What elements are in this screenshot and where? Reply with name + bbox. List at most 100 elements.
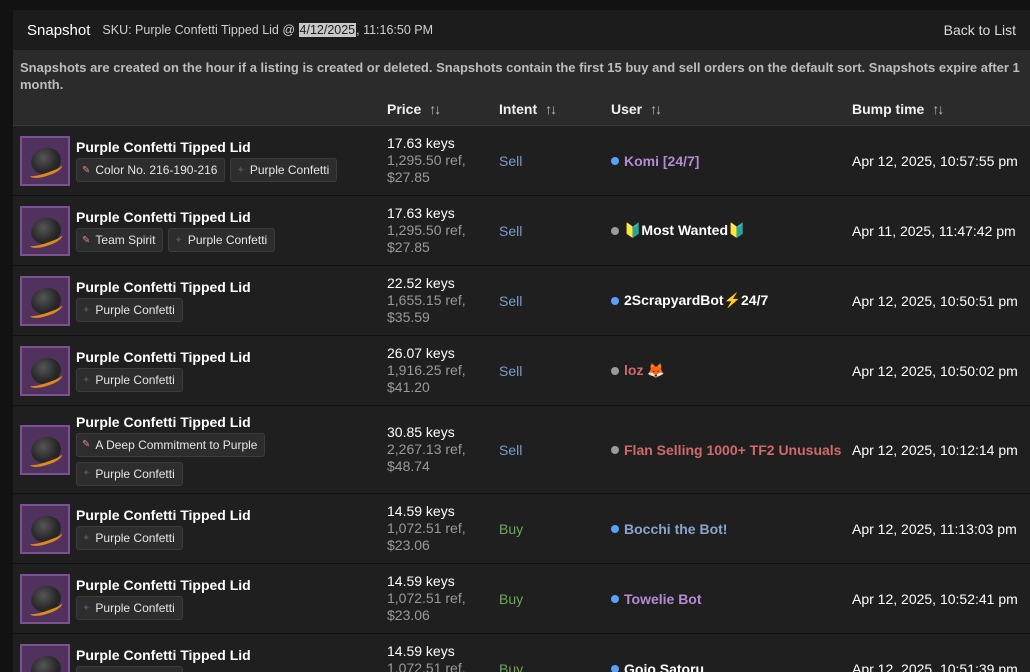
price-usd: $23.06 (387, 607, 430, 623)
paint-icon: ✎ (82, 439, 91, 450)
table-row[interactable]: Purple Confetti Tipped Lid ✎ A Deep Commi… (13, 406, 1030, 494)
item-tags: ✦ Purple Confetti (76, 298, 356, 322)
sort-icon[interactable]: ↑↓ (545, 101, 557, 117)
price-cell: 14.59 keys 1,072.51 ref, $23.06 (387, 643, 499, 672)
item-image[interactable] (20, 503, 70, 554)
price-cell: 22.52 keys 1,655.15 ref, $35.59 (387, 275, 499, 326)
item-tags: ✦ Purple Confetti (76, 526, 356, 550)
column-header-intent[interactable]: Intent ↑↓ (499, 101, 611, 117)
price-cell: 26.07 keys 1,916.25 ref, $41.20 (387, 345, 499, 396)
item-name[interactable]: Purple Confetti Tipped Lid (76, 414, 356, 430)
item-tag[interactable]: ✦Purple Confetti (76, 526, 183, 550)
user-cell[interactable]: 2ScrapyardBot⚡24/7 (611, 292, 852, 309)
intent-cell: Sell (499, 222, 523, 239)
tag-label: A Deep Commitment to Purple (95, 437, 258, 452)
column-header-price[interactable]: Price ↑↓ (387, 101, 499, 117)
item-tag[interactable]: ✦Purple Confetti (230, 158, 338, 182)
table-row[interactable]: Purple Confetti Tipped Lid ✦Purple Confe… (13, 494, 1030, 564)
price-keys: 14.59 keys (387, 643, 455, 659)
item-tag[interactable]: ✦Purple Confetti (76, 596, 183, 620)
item-tag[interactable]: ✦Purple Confetti (168, 228, 276, 252)
intent-cell: Sell (499, 362, 523, 379)
sku-time: , 11:16:50 PM (356, 23, 434, 37)
user-name[interactable]: Flan Selling 1000+ TF2 Unusuals (624, 442, 841, 458)
price-keys: 17.63 keys (387, 135, 455, 151)
status-dot-icon (611, 664, 619, 672)
table-row[interactable]: Purple Confetti Tipped Lid ✦Purple Confe… (13, 634, 1030, 672)
item-name[interactable]: Purple Confetti Tipped Lid (76, 279, 356, 295)
item-name[interactable]: Purple Confetti Tipped Lid (76, 349, 356, 365)
user-cell[interactable]: Komi [24/7] (611, 153, 852, 169)
user-cell[interactable]: Towelie Bot (611, 591, 852, 607)
price-keys: 17.63 keys (387, 205, 455, 221)
bump-time: Apr 12, 2025, 11:13:03 pm (852, 520, 1017, 537)
table-row[interactable]: Purple Confetti Tipped Lid ✦Purple Confe… (13, 564, 1030, 634)
item-tag[interactable]: ✎ A Deep Commitment to Purple (76, 432, 266, 457)
user-name[interactable]: Komi [24/7] (624, 153, 699, 169)
table-row[interactable]: Purple Confetti Tipped Lid ✦Purple Confe… (13, 336, 1030, 406)
item-tag[interactable]: ✦Purple Confetti (76, 298, 183, 322)
item-image[interactable] (20, 205, 70, 256)
status-dot-icon (611, 524, 619, 533)
user-name[interactable]: 2ScrapyardBot⚡24/7 (624, 292, 768, 309)
sort-icon[interactable]: ↑↓ (932, 101, 944, 117)
status-dot-icon (611, 594, 619, 603)
price-ref: 1,655.15 ref, (387, 292, 466, 308)
column-header-user[interactable]: User ↑↓ (611, 101, 852, 117)
effect-icon: ✦ (82, 532, 91, 544)
sort-icon[interactable]: ↑↓ (429, 101, 441, 117)
user-name[interactable]: 🔰Most Wanted🔰 (624, 222, 745, 239)
item-name[interactable]: Purple Confetti Tipped Lid (76, 507, 356, 523)
item-tag[interactable]: ✦Purple Confetti (76, 666, 183, 672)
price-ref: 1,072.51 ref, (387, 660, 466, 672)
item-tags: ✎ Team Spirit ✦ Purple Confetti (76, 228, 356, 252)
bump-time: Apr 12, 2025, 10:57:55 pm (852, 152, 1018, 169)
table-row[interactable]: Purple Confetti Tipped Lid ✎ Color No. 21… (13, 126, 1030, 196)
item-tag[interactable]: ✦Purple Confetti (76, 368, 183, 392)
column-header-bump-time[interactable]: Bump time ↑↓ (852, 101, 1022, 117)
price-usd: $35.59 (387, 309, 430, 325)
price-cell: 14.59 keys 1,072.51 ref, $23.06 (387, 503, 499, 554)
item-image[interactable] (20, 424, 70, 475)
item-tag[interactable]: ✎ Team Spirit (76, 228, 164, 252)
user-name[interactable]: Towelie Bot (624, 591, 702, 607)
price-keys: 14.59 keys (387, 573, 455, 589)
sort-icon[interactable]: ↑↓ (650, 101, 662, 117)
item-tag[interactable]: ✦Purple Confetti (76, 461, 183, 486)
price-cell: 30.85 keys 2,267.13 ref, $48.74 (387, 424, 499, 475)
price-usd: $27.85 (387, 239, 430, 255)
price-ref: 1,072.51 ref, (387, 520, 466, 536)
item-name[interactable]: Purple Confetti Tipped Lid (76, 647, 356, 663)
tag-label: Color No. 216-190-216 (95, 163, 218, 177)
price-ref: 1,072.51 ref, (387, 590, 466, 606)
item-name[interactable]: Purple Confetti Tipped Lid (76, 209, 356, 225)
price-keys: 30.85 keys (387, 424, 455, 440)
user-name[interactable]: Bocchi the Bot! (624, 521, 727, 537)
user-cell[interactable]: Flan Selling 1000+ TF2 Unusuals (611, 442, 852, 458)
intent-cell: Sell (499, 152, 523, 169)
item-image[interactable] (20, 135, 70, 186)
tag-label: Purple Confetti (95, 303, 175, 317)
item-image[interactable] (20, 345, 70, 396)
user-name[interactable]: Gojo Satoru (624, 661, 704, 672)
back-to-list-link[interactable]: Back to List (944, 22, 1016, 38)
user-cell[interactable]: 🔰Most Wanted🔰 (611, 222, 852, 239)
item-tag[interactable]: ✎ Color No. 216-190-216 (76, 158, 226, 182)
item-name[interactable]: Purple Confetti Tipped Lid (76, 577, 356, 593)
user-cell[interactable]: Bocchi the Bot! (611, 521, 852, 537)
item-image[interactable] (20, 275, 70, 326)
user-cell[interactable]: Gojo Satoru (611, 661, 852, 672)
table-row[interactable]: Purple Confetti Tipped Lid ✎ Team Spirit ✦… (13, 196, 1030, 266)
user-name[interactable]: loz 🦊 (624, 362, 665, 379)
item-name[interactable]: Purple Confetti Tipped Lid (76, 139, 356, 155)
status-dot-icon (611, 445, 619, 454)
item-image[interactable] (20, 643, 70, 672)
effect-icon: ✦ (236, 164, 245, 176)
item-image[interactable] (20, 573, 70, 624)
price-ref: 2,267.13 ref, (387, 441, 466, 457)
table-row[interactable]: Purple Confetti Tipped Lid ✦Purple Confe… (13, 266, 1030, 336)
item-tags: ✎ Color No. 216-190-216 ✦ Purple Confetti (76, 158, 356, 182)
effect-icon: ✦ (82, 374, 91, 386)
price-ref: 1,916.25 ref, (387, 362, 466, 378)
user-cell[interactable]: loz 🦊 (611, 362, 852, 379)
